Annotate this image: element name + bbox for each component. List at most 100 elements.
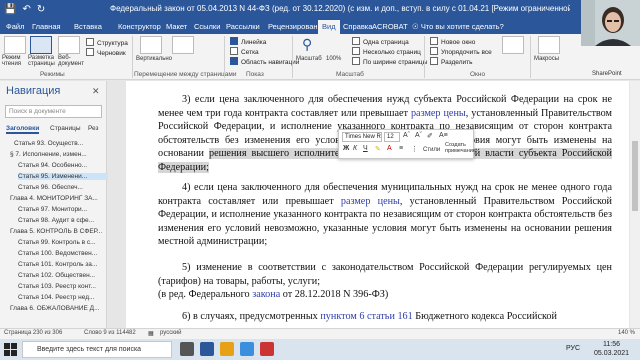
- keyboard-language[interactable]: РУС: [566, 345, 580, 352]
- grow-font-icon[interactable]: Aˆ: [403, 132, 410, 139]
- print-layout-label: Разметка страницы: [28, 55, 55, 67]
- hyperlink[interactable]: размер цены: [341, 196, 400, 207]
- nav-heading-item[interactable]: Статья 97. Монитори...: [18, 206, 110, 213]
- ribbon-separator: [424, 36, 425, 78]
- nav-heading-item[interactable]: Статья 94. Особенно...: [18, 162, 110, 169]
- styles-button[interactable]: Стили: [423, 147, 440, 153]
- nav-tab-headings[interactable]: Заголовки: [6, 125, 40, 134]
- tab-view[interactable]: Вид: [318, 20, 340, 34]
- clock-time: 11:56: [603, 341, 621, 348]
- webcam-overlay: [581, 0, 640, 46]
- side-to-side-button[interactable]: [172, 36, 194, 54]
- ruler-checkbox[interactable]: Линейка: [230, 37, 266, 46]
- gridlines-checkbox[interactable]: Сетка: [230, 47, 259, 56]
- hyperlink[interactable]: закона: [252, 289, 280, 300]
- spellcheck-icon[interactable]: ▦: [148, 330, 154, 337]
- vertical-scrollbar[interactable]: [630, 81, 640, 328]
- nav-heading-item[interactable]: Статья 104. Реестр нед...: [18, 294, 110, 301]
- hyperlink[interactable]: пунктом 6 статьи 161: [320, 311, 412, 322]
- underline-icon[interactable]: Ч: [363, 145, 368, 152]
- bold-icon[interactable]: Ж: [343, 145, 349, 152]
- split-button[interactable]: Разделить: [430, 57, 472, 66]
- nav-heading-item[interactable]: Статья 98. Аудит в сфе...: [18, 217, 110, 224]
- revision-note: (в ред. Федерального закона от 28.12.201…: [158, 288, 612, 302]
- ribbon-separator: [132, 36, 133, 78]
- nav-heading-item[interactable]: Статья 102. Обществен...: [18, 272, 110, 279]
- nav-heading-item[interactable]: Статья 96. Обеспеч...: [18, 184, 110, 191]
- nav-heading-item[interactable]: Статья 103. Реестр конт...: [18, 283, 110, 290]
- tab-file[interactable]: Файл: [2, 20, 28, 34]
- ribbon-separator: [292, 36, 293, 78]
- nav-heading-item-selected[interactable]: Статья 95. Изменени...: [18, 173, 110, 180]
- draft-button[interactable]: Черновик: [86, 48, 126, 57]
- nav-heading-item[interactable]: Глава 6. ОБЖАЛОВАНИЕ Д...: [10, 305, 102, 312]
- nav-heading-item[interactable]: Статья 99. Контроль в с...: [18, 239, 110, 246]
- nav-search-input[interactable]: Поиск в документе: [5, 105, 102, 118]
- font-color-icon[interactable]: A: [387, 145, 392, 152]
- page-width-button[interactable]: По ширине страницы: [352, 57, 427, 66]
- document-page[interactable]: 3) если цена заключенного для обеспечени…: [126, 81, 629, 328]
- bullets-icon[interactable]: ≡: [399, 145, 403, 152]
- format-painter-icon[interactable]: ✐: [427, 132, 433, 140]
- new-window-button[interactable]: Новое окно: [430, 37, 475, 46]
- styles-gallery-icon[interactable]: A≡: [439, 132, 448, 139]
- scrollbar-thumb[interactable]: [632, 141, 638, 211]
- undo-icon[interactable]: ↶: [22, 3, 30, 17]
- shrink-font-icon[interactable]: Aˇ: [415, 132, 422, 139]
- windows-start-icon[interactable]: [4, 343, 17, 356]
- navigation-pane-checkbox[interactable]: Область навигации: [230, 57, 299, 66]
- switch-windows-button[interactable]: [502, 36, 524, 54]
- acrobat-icon[interactable]: [260, 342, 274, 356]
- browser-icon[interactable]: [240, 342, 254, 356]
- hyperlink[interactable]: размер цены: [411, 108, 466, 119]
- tab-home[interactable]: Главная: [28, 20, 65, 34]
- tab-layout[interactable]: Макет: [162, 20, 191, 34]
- font-name-box[interactable]: Times New Ro: [342, 132, 382, 142]
- new-comment-button[interactable]: Создать примечание: [445, 142, 476, 154]
- tell-me-box[interactable]: ☉ Что вы хотите сделать?: [412, 20, 504, 34]
- read-mode-button[interactable]: [4, 36, 26, 54]
- numbering-icon[interactable]: ⋮: [411, 145, 418, 153]
- word-count[interactable]: Слово 9 из 114482: [84, 330, 136, 336]
- nav-heading-item[interactable]: Статья 100. Ведомствен...: [18, 250, 110, 257]
- nav-heading-item[interactable]: Статья 93. Осуществ...: [14, 140, 106, 147]
- save-icon[interactable]: 💾: [4, 3, 16, 17]
- font-size-box[interactable]: 12: [384, 132, 400, 142]
- macros-label: Макросы: [534, 56, 560, 62]
- nav-heading-item[interactable]: Глава 5. КОНТРОЛЬ В СФЕР...: [10, 228, 102, 235]
- highlight-icon[interactable]: ✎: [375, 145, 381, 153]
- task-view-icon[interactable]: [180, 342, 194, 356]
- nav-heading-item[interactable]: § 7. Исполнение, измен...: [10, 151, 102, 158]
- note-text: (в ред. Федерального: [158, 289, 253, 300]
- clock[interactable]: 11:56 05.03.2021: [594, 340, 629, 358]
- zoom-100-button[interactable]: [322, 36, 344, 54]
- language[interactable]: русский: [160, 330, 182, 336]
- nav-heading-item[interactable]: Глава 4. МОНИТОРИНГ ЗА...: [10, 195, 102, 202]
- tab-acrobat[interactable]: ACROBAT: [368, 20, 412, 34]
- macros-button[interactable]: [538, 36, 560, 54]
- redo-icon[interactable]: ↻: [37, 3, 45, 17]
- nav-tab-results[interactable]: Рез: [88, 125, 99, 132]
- file-explorer-icon[interactable]: [220, 342, 234, 356]
- multiple-pages-button[interactable]: Несколько страниц: [352, 47, 421, 56]
- page-count[interactable]: Страница 230 из 306: [4, 330, 62, 336]
- word-icon[interactable]: [200, 342, 214, 356]
- zoom-percentage[interactable]: 140 %: [618, 330, 635, 336]
- quick-access-toolbar: 💾 ↶ ↻: [4, 3, 45, 17]
- italic-icon[interactable]: К: [353, 145, 357, 152]
- web-layout-button[interactable]: [58, 36, 80, 54]
- nav-heading-item[interactable]: Статья 101. Контроль за...: [18, 261, 110, 268]
- tab-design[interactable]: Конструктор: [114, 20, 165, 34]
- arrange-all-button[interactable]: Упорядочить все: [430, 47, 492, 56]
- close-icon[interactable]: ✕: [92, 86, 100, 97]
- taskbar-search-input[interactable]: Введите здесь текст для поиска: [22, 341, 172, 358]
- tab-references[interactable]: Ссылки: [190, 20, 224, 34]
- one-page-button[interactable]: Одна страница: [352, 37, 409, 46]
- print-layout-button[interactable]: [30, 36, 52, 54]
- tab-mailings[interactable]: Рассылки: [222, 20, 264, 34]
- tab-insert[interactable]: Вставка: [70, 20, 106, 34]
- outline-button[interactable]: Структура: [86, 38, 128, 47]
- vertical-button[interactable]: [140, 36, 162, 54]
- nav-tab-pages[interactable]: Страницы: [50, 125, 81, 132]
- zoom-button[interactable]: ⚲: [298, 36, 320, 54]
